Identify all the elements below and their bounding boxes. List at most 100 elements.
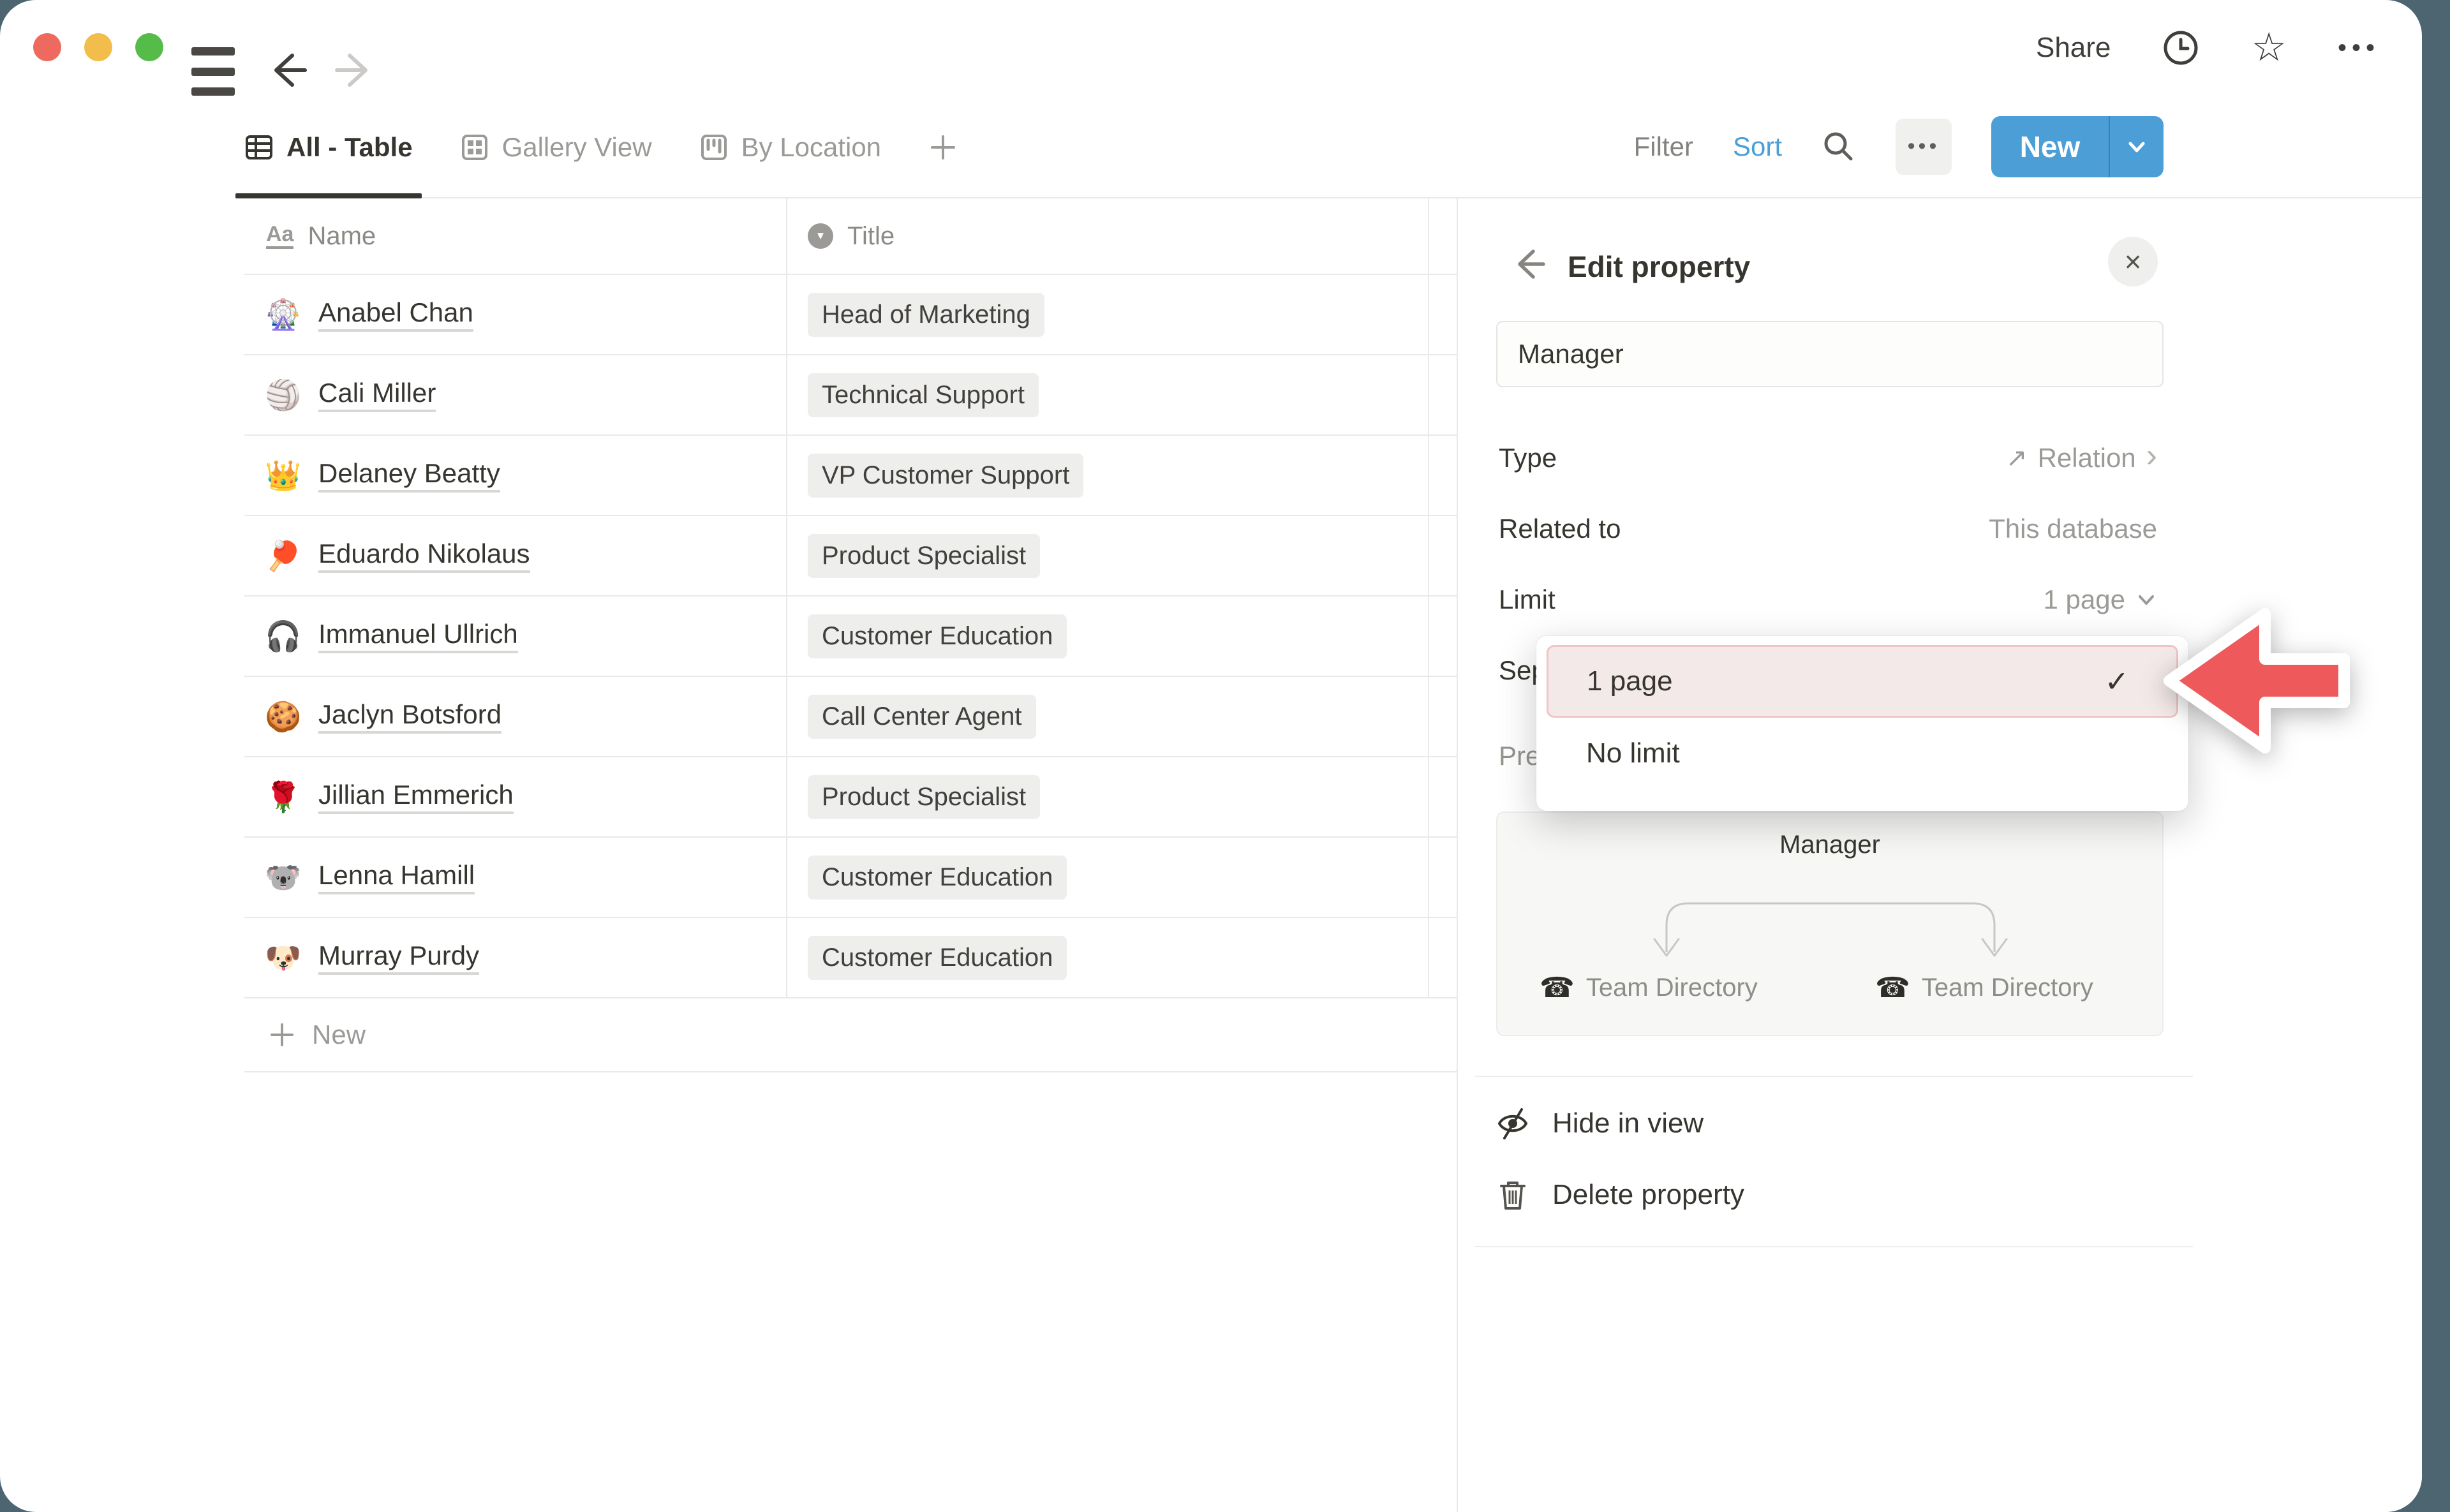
relation-icon: ↗ [2006, 443, 2028, 473]
setting-row-related-to[interactable]: Related to This database [1499, 499, 2157, 559]
share-button[interactable]: Share [2036, 32, 2111, 64]
option-label: 1 page [1587, 665, 1673, 697]
title-tag[interactable]: Call Center Agent [808, 695, 1036, 739]
preview-node-right: ☎ Team Directory [1875, 974, 2093, 1002]
sort-button[interactable]: Sort [1733, 131, 1782, 162]
page-link[interactable]: Anabel Chan [318, 297, 473, 332]
row-emoji: 🐶 [265, 940, 302, 975]
setting-row-type[interactable]: Type ↗ Relation › [1499, 428, 2157, 488]
table-row[interactable]: 🏐 Cali Miller Technical Support [244, 355, 1457, 436]
title-tag[interactable]: Product Specialist [808, 775, 1040, 819]
add-view-button[interactable] [928, 96, 958, 198]
setting-value: 1 page [2044, 584, 2125, 615]
hide-in-view-button[interactable]: Hide in view [1495, 1093, 2158, 1154]
eye-slash-icon [1495, 1106, 1531, 1141]
setting-value: Relation [2038, 443, 2136, 473]
limit-dropdown-menu: 1 page ✓ No limit [1536, 636, 2188, 811]
tab-gallery-view[interactable]: Gallery View [460, 96, 652, 198]
table-row[interactable]: 🍪Jaclyn Botsford Call Center Agent [244, 677, 1457, 757]
chevron-right-icon: › [2146, 456, 2157, 461]
title-tag[interactable]: Customer Education [808, 936, 1067, 980]
gallery-view-icon [460, 133, 489, 162]
new-button[interactable]: New [1991, 116, 2164, 177]
close-panel-button[interactable]: × [2108, 237, 2158, 286]
app-window: Share ☆ ••• All - Table [0, 0, 2422, 1512]
setting-label: Limit [1499, 584, 1555, 615]
ellipsis-icon: ••• [1908, 134, 1940, 159]
new-button-dropdown[interactable] [2110, 116, 2164, 177]
more-options-icon[interactable]: ••• [2338, 34, 2380, 63]
favorite-star-icon[interactable]: ☆ [2251, 28, 2287, 68]
page-link[interactable]: Eduardo Nikolaus [318, 538, 530, 573]
sidebar-menu-icon[interactable] [191, 47, 235, 96]
table-row[interactable]: 🌹 Jillian Emmerich Product Specialist [244, 757, 1457, 838]
tab-by-location[interactable]: By Location [699, 96, 881, 198]
new-row-button[interactable]: New [244, 998, 1457, 1072]
row-emoji: 🐨 [265, 860, 302, 895]
title-tag[interactable]: Customer Education [808, 856, 1067, 900]
tab-label: Gallery View [502, 132, 652, 163]
row-emoji: 🏐 [265, 378, 302, 413]
table-row[interactable]: 🐨 Lenna Hamill Customer Education [244, 838, 1457, 918]
delete-property-button[interactable]: Delete property [1495, 1164, 2158, 1226]
row-emoji: 🌹 [265, 780, 302, 815]
minimize-window-button[interactable] [84, 33, 112, 61]
title-tag[interactable]: Head of Marketing [808, 293, 1044, 337]
filter-button[interactable]: Filter [1634, 131, 1693, 162]
setting-value: This database [1989, 514, 2157, 544]
desktop-background: Share ☆ ••• All - Table [0, 0, 2450, 1512]
view-options-button[interactable]: ••• [1896, 119, 1952, 175]
clock-icon[interactable] [2162, 29, 2200, 67]
setting-label: Related to [1499, 514, 1621, 544]
back-arrow-icon[interactable] [267, 48, 311, 93]
row-emoji: 🎡 [265, 297, 302, 332]
text-property-icon: Aa [266, 223, 293, 249]
back-icon[interactable] [1511, 246, 1548, 283]
setting-label: Type [1499, 443, 1557, 473]
table-view-icon [244, 133, 274, 162]
page-link[interactable]: Murray Purdy [318, 940, 479, 975]
page-link[interactable]: Jillian Emmerich [318, 780, 514, 814]
search-icon[interactable] [1822, 130, 1856, 164]
table-row[interactable]: 👑Delaney Beatty VP Customer Support [244, 436, 1457, 516]
plus-icon [928, 133, 958, 162]
tab-label: By Location [741, 132, 881, 163]
title-tag[interactable]: Product Specialist [808, 534, 1040, 578]
edit-property-panel: Edit property × Type ↗ Relation › Relate… [1457, 198, 2422, 1512]
dropdown-option-no-limit[interactable]: No limit [1536, 718, 2188, 789]
forward-arrow-icon[interactable] [330, 48, 375, 93]
property-name-input[interactable] [1496, 321, 2164, 387]
annotation-arrow-left [2132, 584, 2407, 782]
chevron-down-icon [2125, 135, 2148, 158]
column-header-title[interactable]: ▼ Title [787, 198, 1429, 274]
title-tag[interactable]: Customer Education [808, 614, 1067, 658]
table-row[interactable]: 🎡 Anabel Chan Head of Marketing [244, 275, 1457, 355]
page-link[interactable]: Immanuel Ullrich [318, 619, 518, 653]
column-header-name[interactable]: Aa Name [244, 198, 787, 274]
view-tabs: All - Table Gallery View By Location [244, 96, 958, 198]
page-link[interactable]: Lenna Hamill [318, 860, 475, 894]
table-row[interactable]: 🐶 Murray Purdy Customer Education [244, 918, 1457, 998]
column-label: Title [847, 222, 895, 251]
row-emoji: 🎧 [265, 619, 302, 654]
title-tag[interactable]: VP Customer Support [808, 454, 1083, 498]
panel-title: Edit property [1568, 249, 1750, 284]
table-row[interactable]: 🏓Eduardo Nikolaus Product Specialist [244, 516, 1457, 597]
table-row[interactable]: 🎧 Immanuel Ullrich Customer Education [244, 597, 1457, 677]
page-link[interactable]: Jaclyn Botsford [318, 699, 501, 734]
dropdown-option-1-page[interactable]: 1 page ✓ [1547, 645, 2178, 718]
option-label: No limit [1586, 737, 1680, 769]
preview-node-label: Team Directory [1922, 974, 2093, 1002]
action-label: Delete property [1552, 1179, 1744, 1211]
relation-preview-card: Manager ☎ Team Directory ☎ Team Director… [1496, 812, 2164, 1036]
tab-all-table[interactable]: All - Table [244, 96, 413, 198]
traffic-lights [33, 33, 163, 61]
page-link[interactable]: Cali Miller [318, 378, 436, 412]
zoom-window-button[interactable] [135, 33, 163, 61]
title-tag[interactable]: Technical Support [808, 373, 1039, 417]
page-link[interactable]: Delaney Beatty [318, 458, 500, 493]
setting-row-limit[interactable]: Limit 1 page [1499, 570, 2157, 630]
new-button-label[interactable]: New [1991, 116, 2109, 177]
column-label: Name [308, 222, 376, 251]
close-window-button[interactable] [33, 33, 61, 61]
